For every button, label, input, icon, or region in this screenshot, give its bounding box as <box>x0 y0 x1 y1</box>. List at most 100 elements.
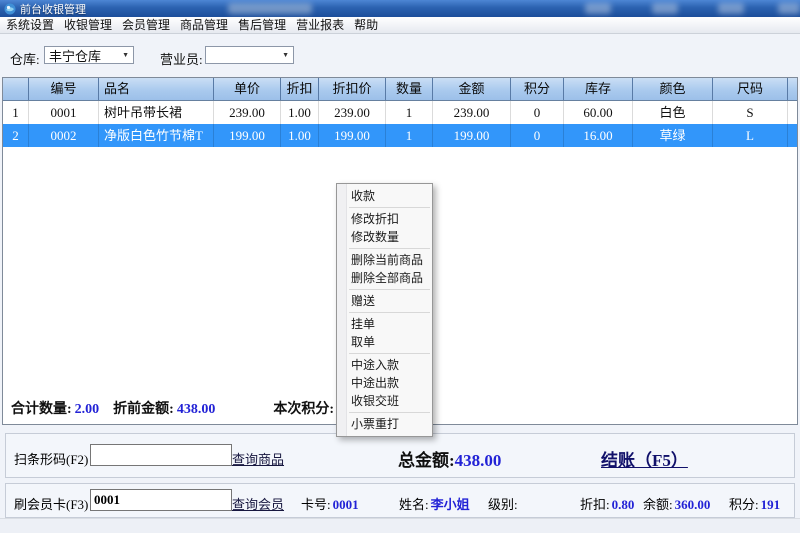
menu-member-mgmt[interactable]: 会员管理 <box>117 18 175 33</box>
titlebar-blur-patch <box>652 3 678 14</box>
total-amount: 总金额:438.00 <box>398 446 501 471</box>
menu-business-report[interactable]: 营业报表 <box>291 18 349 33</box>
cell-discount-price: 239.00 <box>319 101 386 124</box>
chevron-down-icon: ▼ <box>282 51 293 59</box>
cell-price: 239.00 <box>214 101 281 124</box>
menu-aftersale-mgmt[interactable]: 售后管理 <box>233 18 291 33</box>
menu-separator <box>349 248 430 249</box>
col-size[interactable]: 尺码 <box>713 78 788 100</box>
window-title: 前台收银管理 <box>20 1 86 17</box>
menu-item-receive-payment[interactable]: 收款 <box>337 187 432 205</box>
clerk-select[interactable]: ▼ <box>205 46 294 64</box>
col-rownum[interactable] <box>3 78 29 100</box>
card-number-value: 0001 <box>333 497 359 512</box>
app-icon <box>4 3 16 15</box>
warehouse-select[interactable]: 丰宁仓库 ▼ <box>44 46 134 64</box>
settle-button[interactable]: 结账（F5） <box>601 446 688 471</box>
menu-help[interactable]: 帮助 <box>349 18 383 33</box>
member-points-label: 积分: <box>729 497 759 512</box>
cell-qty: 1 <box>386 101 433 124</box>
col-amount[interactable]: 金额 <box>433 78 511 100</box>
col-color[interactable]: 颜色 <box>633 78 713 100</box>
cell-amount: 239.00 <box>433 101 511 124</box>
cell-size: L <box>713 124 788 147</box>
cell-name: 树叶吊带长裙 <box>99 101 214 124</box>
col-name[interactable]: 品名 <box>99 78 214 100</box>
card-number: 卡号:0001 <box>301 494 359 513</box>
menu-separator <box>349 289 430 290</box>
col-qty[interactable]: 数量 <box>386 78 433 100</box>
titlebar-blur-patch <box>228 3 312 14</box>
cell-stock: 60.00 <box>564 101 633 124</box>
member-name-value: 李小姐 <box>431 497 470 512</box>
menu-item-delete-current-item[interactable]: 删除当前商品 <box>337 251 432 269</box>
member-panel: 刷会员卡(F3) 查询会员 卡号:0001 姓名:李小姐 级别: 折扣:0.80… <box>5 483 795 518</box>
barcode-input[interactable] <box>90 444 232 466</box>
pre-discount-label: 折前金额: <box>113 402 174 417</box>
menu-separator <box>349 207 430 208</box>
member-level-label: 级别: <box>488 497 518 512</box>
menu-separator <box>349 412 430 413</box>
cell-color: 白色 <box>633 101 713 124</box>
cell-price: 199.00 <box>214 124 281 147</box>
member-card-input[interactable] <box>90 489 232 511</box>
menu-item-cash-in[interactable]: 中途入款 <box>337 356 432 374</box>
member-name: 姓名:李小姐 <box>399 494 470 513</box>
total-amount-value: 438.00 <box>455 451 502 470</box>
query-product-link[interactable]: 查询商品 <box>232 449 284 468</box>
col-discount[interactable]: 折扣 <box>281 78 319 100</box>
member-level: 级别: <box>488 494 520 513</box>
cell-discount: 1.00 <box>281 124 319 147</box>
pre-discount-value: 438.00 <box>177 402 216 417</box>
col-points[interactable]: 积分 <box>511 78 564 100</box>
menu-item-cash-out[interactable]: 中途出款 <box>337 374 432 392</box>
menu-item-delete-all-items[interactable]: 删除全部商品 <box>337 269 432 287</box>
menu-cashier-mgmt[interactable]: 收银管理 <box>59 18 117 33</box>
warehouse-label: 仓库: <box>10 49 40 68</box>
total-qty-value: 2.00 <box>75 402 100 417</box>
cell-code: 0001 <box>29 101 99 124</box>
total-qty-label: 合计数量: <box>11 402 72 417</box>
grid-summary: 合计数量:2.00 折前金额:438.00 本次积分:0 <box>11 398 344 418</box>
col-filler <box>788 78 797 100</box>
context-menu: 收款 修改折扣 修改数量 删除当前商品 删除全部商品 赠送 挂单 取单 中途入款… <box>336 183 433 437</box>
member-name-label: 姓名: <box>399 497 429 512</box>
menu-item-retrieve-order[interactable]: 取单 <box>337 333 432 351</box>
clerk-label: 营业员: <box>160 49 203 68</box>
titlebar-blur-patch <box>718 3 744 14</box>
menu-item-shift-change[interactable]: 收银交班 <box>337 392 432 410</box>
member-balance: 余额:360.00 <box>643 494 710 513</box>
col-code[interactable]: 编号 <box>29 78 99 100</box>
titlebar-blur-patch <box>585 3 611 14</box>
cell-filler <box>788 101 797 124</box>
menu-item-reprint-receipt[interactable]: 小票重打 <box>337 415 432 433</box>
cell-discount-price: 199.00 <box>319 124 386 147</box>
menu-product-mgmt[interactable]: 商品管理 <box>175 18 233 33</box>
member-discount-label: 折扣: <box>580 497 610 512</box>
session-points-label: 本次积分: <box>273 402 334 417</box>
menu-item-modify-quantity[interactable]: 修改数量 <box>337 228 432 246</box>
cell-color: 草绿 <box>633 124 713 147</box>
cell-discount: 1.00 <box>281 101 319 124</box>
cell-rownum: 1 <box>3 101 29 124</box>
menu-separator <box>349 312 430 313</box>
col-price[interactable]: 单价 <box>214 78 281 100</box>
col-discount-price[interactable]: 折扣价 <box>319 78 386 100</box>
barcode-label: 扫条形码(F2) <box>14 449 88 468</box>
menu-item-hold-order[interactable]: 挂单 <box>337 315 432 333</box>
col-stock[interactable]: 库存 <box>564 78 633 100</box>
titlebar: 前台收银管理 <box>0 0 800 18</box>
cell-points: 0 <box>511 101 564 124</box>
total-qty: 合计数量:2.00 <box>11 398 99 418</box>
menu-system-settings[interactable]: 系统设置 <box>1 18 59 33</box>
checkout-panel: 扫条形码(F2) 查询商品 总金额:438.00 结账（F5） <box>5 433 795 478</box>
card-number-label: 卡号: <box>301 497 331 512</box>
menu-item-gift[interactable]: 赠送 <box>337 292 432 310</box>
menu-separator <box>349 353 430 354</box>
menu-bar: 系统设置 收银管理 会员管理 商品管理 售后管理 营业报表 帮助 <box>0 17 800 34</box>
query-member-link[interactable]: 查询会员 <box>232 494 284 513</box>
table-row[interactable]: 1 0001 树叶吊带长裙 239.00 1.00 239.00 1 239.0… <box>3 101 797 124</box>
cell-rownum: 2 <box>3 124 29 147</box>
table-row-selected[interactable]: 2 0002 净版白色竹节棉T 199.00 1.00 199.00 1 199… <box>3 124 797 147</box>
menu-item-modify-discount[interactable]: 修改折扣 <box>337 210 432 228</box>
